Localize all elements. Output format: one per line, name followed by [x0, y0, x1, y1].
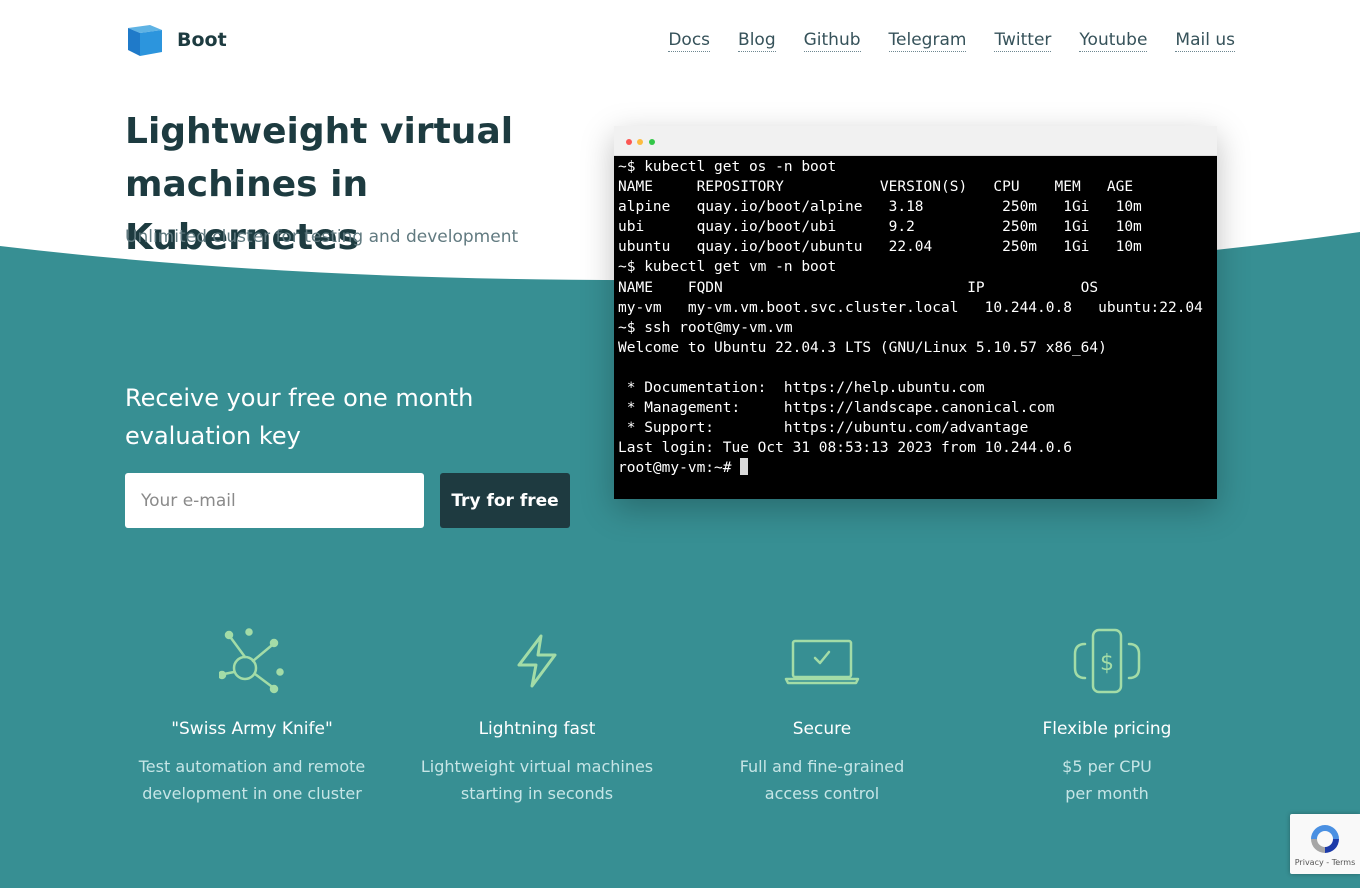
- maximize-dot-icon: [649, 139, 655, 145]
- feature-description: Full and fine-grained access control: [739, 757, 905, 803]
- terminal-line: my-vm my-vm.vm.boot.svc.cluster.local 10…: [618, 299, 1203, 316]
- nav-mail-us[interactable]: Mail us: [1175, 29, 1235, 52]
- svg-text:$: $: [1100, 651, 1114, 676]
- terminal-cursor: [740, 458, 749, 476]
- feature-swiss-army-knife: "Swiss Army Knife" Test automation and r…: [127, 625, 377, 807]
- network-icon: [219, 628, 284, 694]
- email-field[interactable]: [125, 473, 424, 528]
- nav-youtube[interactable]: Youtube: [1079, 29, 1148, 52]
- close-dot-icon: [626, 139, 632, 145]
- nav-docs[interactable]: Docs: [668, 29, 711, 52]
- nav-github[interactable]: Github: [803, 29, 861, 52]
- brand-logo[interactable]: Boot: [127, 22, 227, 58]
- terminal-prompt: root@my-vm:~#: [618, 460, 741, 477]
- terminal-line: alpine quay.io/boot/alpine 3.18 250m 1Gi…: [618, 199, 1142, 216]
- terminal-line: ubi quay.io/boot/ubi 9.2 250m 1Gi 10m: [618, 219, 1142, 236]
- minimize-dot-icon: [637, 139, 643, 145]
- feature-title: Flexible pricing: [1042, 719, 1172, 739]
- terminal-output: ~$ kubectl get os -n boot NAME REPOSITORY…: [614, 156, 1217, 480]
- signup-title: Receive your free one month evaluation k…: [125, 384, 474, 450]
- terminal-line: Welcome to Ubuntu 22.04.3 LTS (GNU/Linux…: [618, 339, 1107, 356]
- terminal-line: * Support: https://ubuntu.com/advantage: [618, 420, 1029, 437]
- recaptcha-icon: [1311, 824, 1339, 853]
- terminal-line: * Management: https://landscape.canonica…: [618, 400, 1055, 417]
- terminal-window: ~$ kubectl get os -n boot NAME REPOSITORY…: [614, 126, 1217, 499]
- terminal-line: ~$ kubectl get os -n boot: [618, 159, 837, 175]
- dollar-phone-icon: $: [1073, 628, 1141, 694]
- nav-twitter[interactable]: Twitter: [994, 29, 1052, 52]
- brand-name: Boot: [177, 29, 227, 51]
- terminal-titlebar: [614, 126, 1217, 156]
- feature-description: Test automation and remote development in…: [138, 757, 366, 803]
- feature-lightning-fast: Lightning fast Lightweight virtual machi…: [412, 625, 662, 807]
- terminal-line: NAME FQDN IP OS: [618, 279, 1099, 296]
- feature-title: "Swiss Army Knife": [171, 719, 333, 739]
- site-header: Boot Docs Blog Github Telegram Twitter Y…: [0, 0, 1360, 80]
- terminal-line: * Documentation: https://help.ubuntu.com: [618, 380, 985, 397]
- recaptcha-badge[interactable]: Privacy - Terms: [1290, 814, 1360, 874]
- feature-title: Secure: [792, 719, 852, 739]
- terminal-line: ~$ kubectl get vm -n boot: [618, 259, 837, 276]
- lightning-icon: [517, 634, 557, 688]
- terminal-line: ~$ ssh root@my-vm.vm: [618, 319, 793, 336]
- try-for-free-button[interactable]: Try for free: [440, 473, 570, 528]
- terminal-line: NAME REPOSITORY VERSION(S) CPU MEM AGE: [618, 179, 1134, 196]
- feature-secure: Secure Full and fine-grained access contr…: [697, 625, 947, 807]
- box-icon: [128, 25, 162, 56]
- feature-description: Lightweight virtual machines starting in …: [420, 757, 654, 803]
- feature-flexible-pricing: $ Flexible pricing $5 per CPU per month: [982, 625, 1232, 807]
- laptop-check-icon: [784, 639, 860, 685]
- terminal-line: ubuntu quay.io/boot/ubuntu 22.04 250m 1G…: [618, 239, 1142, 256]
- terminal-prompt-line: root@my-vm:~#: [618, 458, 1213, 478]
- nav-telegram[interactable]: Telegram: [888, 29, 967, 52]
- top-nav: Docs Blog Github Telegram Twitter Youtub…: [640, 29, 1235, 52]
- recaptcha-links[interactable]: Privacy - Terms: [1295, 858, 1356, 867]
- feature-description: $5 per CPU per month: [1062, 757, 1152, 803]
- hero-subtitle: Unlimited cluster for testing and develo…: [125, 227, 519, 247]
- feature-title: Lightning fast: [478, 719, 596, 739]
- nav-blog[interactable]: Blog: [738, 29, 776, 52]
- terminal-line: Last login: Tue Oct 31 08:53:13 2023 fro…: [618, 440, 1072, 457]
